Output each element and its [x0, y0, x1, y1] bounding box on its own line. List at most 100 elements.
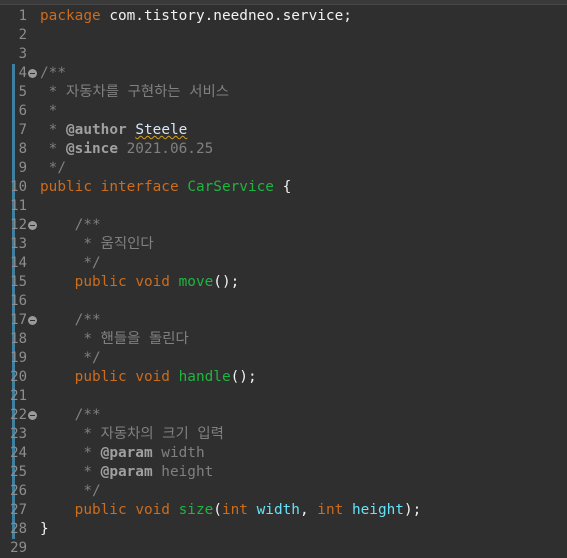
code-line[interactable]: 5 * 자동차를 구현하는 서비스 — [0, 83, 567, 102]
code-token: move — [178, 274, 214, 290]
collapse-fold-icon[interactable] — [28, 411, 37, 420]
code-token: * 자동차의 크기 입력 — [40, 426, 224, 442]
code-token: void — [135, 274, 170, 290]
line-number: 21 — [10, 388, 27, 404]
code-line[interactable]: 2 — [0, 26, 567, 45]
code-text: } — [40, 520, 49, 539]
code-token: height — [351, 502, 404, 518]
code-token: * 움직인다 — [40, 236, 154, 252]
code-token: int — [221, 502, 248, 518]
line-number: 23 — [10, 426, 27, 442]
code-line[interactable]: 26 */ — [0, 482, 567, 501]
code-line[interactable]: 17 /** — [0, 311, 567, 330]
code-token: * — [40, 103, 58, 119]
code-text: public void handle(); — [40, 368, 257, 387]
code-text: * 움직인다 — [40, 235, 154, 254]
code-line[interactable]: 21 — [0, 387, 567, 406]
line-number: 9 — [18, 160, 27, 176]
collapse-fold-icon[interactable] — [28, 316, 37, 325]
code-line[interactable]: 22 /** — [0, 406, 567, 425]
code-token: width — [152, 445, 205, 461]
code-token: { — [273, 179, 292, 195]
code-line[interactable]: 1 package com.tistory.needneo.service; — [0, 7, 567, 26]
code-token: * 자동차를 구현하는 서비스 — [40, 84, 229, 100]
line-number: 13 — [10, 236, 27, 252]
code-line[interactable]: 24 * @param width — [0, 444, 567, 463]
code-line[interactable]: 28} — [0, 520, 567, 539]
line-number: 8 — [18, 141, 27, 157]
code-line[interactable]: 12 /** — [0, 216, 567, 235]
line-number: 25 — [10, 464, 27, 480]
code-line[interactable]: 15 public void move(); — [0, 273, 567, 292]
code-text: * @param width — [40, 444, 205, 463]
code-line[interactable]: 29 — [0, 539, 567, 558]
code-token: void — [135, 502, 170, 518]
code-token: public — [40, 179, 92, 195]
code-token: , — [299, 502, 318, 518]
code-token: } — [40, 521, 49, 537]
code-text: */ — [40, 159, 66, 178]
code-editor[interactable]: 1 package com.tistory.needneo.service; 2 3 4… — [0, 7, 567, 556]
code-line[interactable]: 11 — [0, 197, 567, 216]
code-line[interactable]: 23 * 자동차의 크기 입력 — [0, 425, 567, 444]
code-line[interactable]: 19 */ — [0, 349, 567, 368]
code-line[interactable]: 13 * 움직인다 — [0, 235, 567, 254]
line-number: 18 — [10, 331, 27, 347]
code-text: /** — [40, 406, 101, 425]
code-line[interactable]: 27 public void size(int width, int heigh… — [0, 501, 567, 520]
code-line[interactable]: 20 public void handle(); — [0, 368, 567, 387]
line-number: 17 — [10, 312, 27, 328]
code-token: size — [178, 502, 214, 518]
line-number: 2 — [18, 27, 27, 43]
code-text: * @since 2021.06.25 — [40, 140, 214, 159]
code-line[interactable]: 14 */ — [0, 254, 567, 273]
code-token: ( — [213, 502, 222, 518]
collapse-fold-icon[interactable] — [28, 69, 37, 78]
code-text: * @param height — [40, 463, 213, 482]
line-number: 19 — [10, 350, 27, 366]
code-token: /** — [74, 312, 101, 328]
line-number: 26 — [10, 483, 27, 499]
code-text: */ — [40, 349, 100, 368]
code-line[interactable]: 6 * — [0, 102, 567, 121]
code-line[interactable]: 3 — [0, 45, 567, 64]
code-token: */ — [40, 160, 66, 176]
code-text: */ — [40, 254, 100, 273]
line-number: 24 — [10, 445, 27, 461]
line-number: 16 — [10, 293, 27, 309]
code-line[interactable]: 7 * @author Steele — [0, 121, 567, 140]
code-text: public void move(); — [40, 273, 240, 292]
code-text: /** — [40, 216, 101, 235]
code-token: /** — [40, 65, 66, 81]
code-line[interactable]: 8 * @since 2021.06.25 — [0, 140, 567, 159]
code-line[interactable]: 9 */ — [0, 159, 567, 178]
code-token: public — [74, 274, 127, 290]
line-number: 6 — [18, 103, 27, 119]
code-line[interactable]: 10 public interface CarService { — [0, 178, 567, 197]
code-line[interactable]: 18 * 핸들을 돌린다 — [0, 330, 567, 349]
line-number: 7 — [18, 122, 27, 138]
code-line[interactable]: 16 — [0, 292, 567, 311]
code-token: public — [74, 369, 127, 385]
line-number: 20 — [10, 369, 27, 385]
collapse-fold-icon[interactable] — [28, 221, 37, 230]
code-line[interactable]: 25 * @param height — [0, 463, 567, 482]
code-text: public void size(int width, int height); — [40, 501, 422, 520]
code-token: com.tistory.needneo.service; — [100, 8, 352, 24]
code-line[interactable]: 4 /** — [0, 64, 567, 83]
line-number: 10 — [10, 179, 27, 195]
line-number: 11 — [10, 198, 27, 214]
line-number: 15 — [10, 274, 27, 290]
line-number: 29 — [10, 540, 27, 556]
code-text: * 자동차의 크기 입력 — [40, 425, 224, 444]
